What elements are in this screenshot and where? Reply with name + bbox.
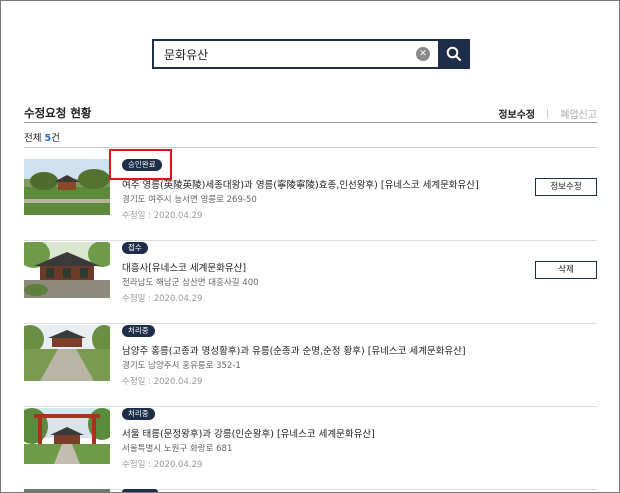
section-title: 수정요청 현황 — [24, 106, 92, 120]
search-icon — [446, 46, 462, 62]
total-count: 전체 5건 — [24, 130, 60, 144]
thumbnail-image[interactable] — [24, 325, 110, 381]
header-divider — [24, 122, 597, 123]
tab-separator: | — [546, 108, 550, 119]
search-box: ✕ — [152, 39, 438, 69]
thumbnail-image[interactable] — [24, 159, 110, 215]
page-frame: ✕ 수정요청 현황 정보수정 | 폐업신고 전체 5건 — [0, 0, 620, 493]
tab-closure-report[interactable]: 폐업신고 — [560, 106, 597, 121]
status-badge: 처리중 — [122, 325, 155, 337]
tab-info-edit[interactable]: 정보수정 — [498, 106, 535, 121]
item-title[interactable]: 여주 영릉(英陵英陵)세종대왕)과 영릉(寧陵寧陵)효종,인선왕후) [유네스코… — [122, 177, 479, 191]
thumbnail-image[interactable] — [24, 242, 110, 298]
item-address: 전라남도 해남군 삼산면 대흥사길 400 — [122, 278, 259, 288]
item-address: 서울특별시 노원구 화랑로 681 — [122, 444, 233, 454]
count-suffix: 건 — [51, 133, 60, 144]
item-title[interactable]: 대흥사[유네스코 세계문화유산] — [122, 260, 246, 274]
item-date: 수정일 : 2020.04.29 — [122, 211, 203, 221]
count-prefix: 전체 — [24, 133, 45, 144]
item-address: 경기도 여주시 능서면 영릉로 269-50 — [122, 195, 257, 205]
item-title[interactable]: 남양주 홍릉(고종과 명성황후)과 유릉(순종과 순명,순정 황후) [유네스코… — [122, 343, 466, 357]
status-badge: 접수 — [122, 242, 148, 254]
item-date: 수정일 : 2020.04.29 — [122, 460, 203, 470]
edit-info-button[interactable]: 정보수정 — [535, 178, 597, 196]
highlight-box — [109, 149, 172, 180]
item-date: 수정일 : 2020.04.29 — [122, 294, 203, 304]
item-title[interactable]: 서울 태릉(문정왕후)과 강릉(인순왕후) [유네스코 세계문화유산] — [122, 426, 375, 440]
tab-bar: 정보수정 | 폐업신고 — [498, 106, 597, 122]
delete-button[interactable]: 삭제 — [535, 261, 597, 279]
status-badge — [122, 489, 158, 492]
list-item: 처리중 서울 태릉(문정왕후)과 강릉(인순왕후) [유네스코 세계문화유산] … — [24, 408, 597, 490]
thumbnail-image — [24, 489, 110, 492]
status-badge: 처리중 — [122, 408, 155, 420]
search-bar: ✕ — [152, 39, 470, 69]
search-button[interactable] — [438, 39, 470, 69]
list-item: 접수 대흥사[유네스코 세계문화유산] 전라남도 해남군 삼산면 대흥사길 40… — [24, 242, 597, 324]
item-address: 경기도 남양주시 홍유릉로 352-1 — [122, 361, 241, 371]
clear-icon[interactable]: ✕ — [416, 47, 430, 61]
list-item: 처리중 남양주 홍릉(고종과 명성황후)과 유릉(순종과 순명,순정 황후) [… — [24, 325, 597, 407]
count-divider — [24, 147, 597, 148]
search-input[interactable] — [164, 47, 416, 61]
thumbnail-image[interactable] — [24, 408, 110, 464]
item-date: 수정일 : 2020.04.29 — [122, 377, 203, 387]
